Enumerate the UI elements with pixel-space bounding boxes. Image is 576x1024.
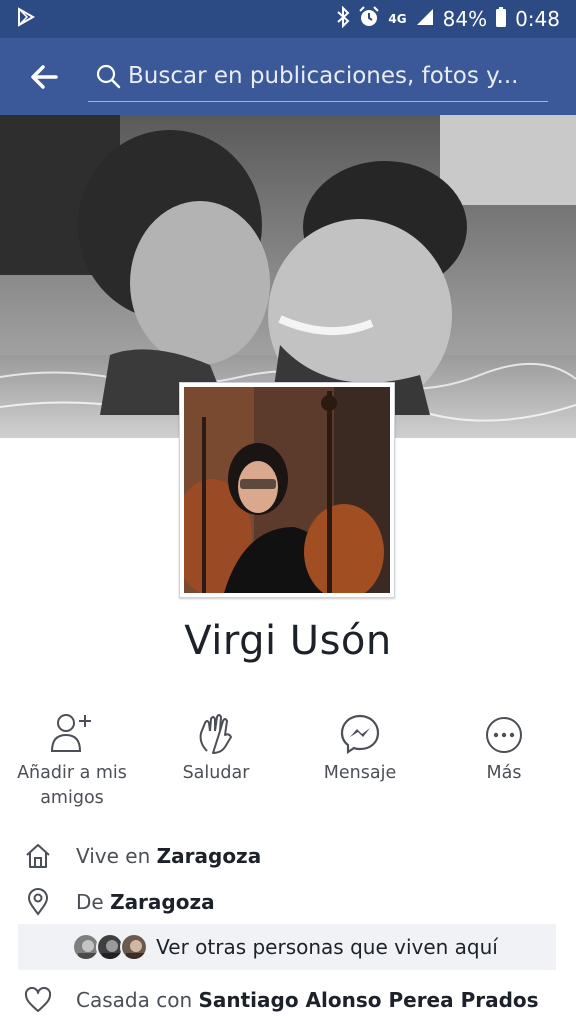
play-store-icon [16, 6, 36, 32]
avatar [120, 933, 149, 961]
relationship-row: Casada con Santiago Alonso Perea Prados [0, 978, 576, 1022]
battery-percent: 84% [442, 7, 488, 31]
from-prefix: De [76, 890, 111, 914]
location-pin-icon [0, 888, 76, 916]
search-icon [88, 63, 128, 89]
signal-icon [415, 7, 435, 32]
see-others-here-button[interactable]: Ver otras personas que viven aquí [18, 924, 556, 970]
add-friend-icon [50, 705, 94, 761]
wave-button[interactable]: Saludar [144, 705, 288, 815]
from-city-link[interactable]: Zaragoza [110, 890, 215, 914]
spouse-link[interactable]: Santiago Alonso Perea Prados [198, 988, 538, 1012]
more-icon [484, 705, 524, 761]
back-button[interactable] [0, 38, 88, 115]
battery-icon [495, 6, 507, 33]
message-label: Mensaje [323, 763, 397, 783]
profile-picture[interactable] [179, 382, 395, 598]
messenger-icon [339, 705, 381, 761]
wave-icon [195, 705, 237, 761]
wave-label: Saludar [182, 763, 250, 783]
status-bar: 4G 84% 0:48 [0, 0, 576, 38]
bluetooth-icon [336, 5, 350, 33]
lives-in-prefix: Vive en [76, 844, 157, 868]
profile-actions: Añadir a mis amigos Saludar Mensaje Más [0, 705, 576, 815]
add-friend-button[interactable]: Añadir a mis amigos [0, 705, 144, 815]
more-label: Más [486, 763, 522, 783]
app-bar [0, 38, 576, 115]
profile-name: Virgi Usón [184, 618, 392, 664]
see-others-label: Ver otras personas que viven aquí [156, 935, 498, 959]
more-button[interactable]: Más [432, 705, 576, 815]
add-friend-label: Añadir a mis amigos [17, 763, 127, 808]
lives-in-row: Vive en Zaragoza [0, 834, 576, 878]
message-button[interactable]: Mensaje [288, 705, 432, 815]
network-type: 4G [388, 12, 407, 26]
back-arrow-icon [31, 64, 58, 89]
search-bar[interactable] [88, 52, 548, 102]
search-input[interactable] [128, 63, 548, 89]
alarm-icon [358, 5, 380, 33]
lives-in-city-link[interactable]: Zaragoza [157, 844, 262, 868]
from-row: De Zaragoza [0, 880, 576, 924]
home-icon [0, 842, 76, 870]
mini-avatars [72, 933, 149, 961]
married-prefix: Casada con [76, 988, 199, 1012]
heart-icon [0, 987, 76, 1013]
clock-time: 0:48 [515, 7, 560, 31]
